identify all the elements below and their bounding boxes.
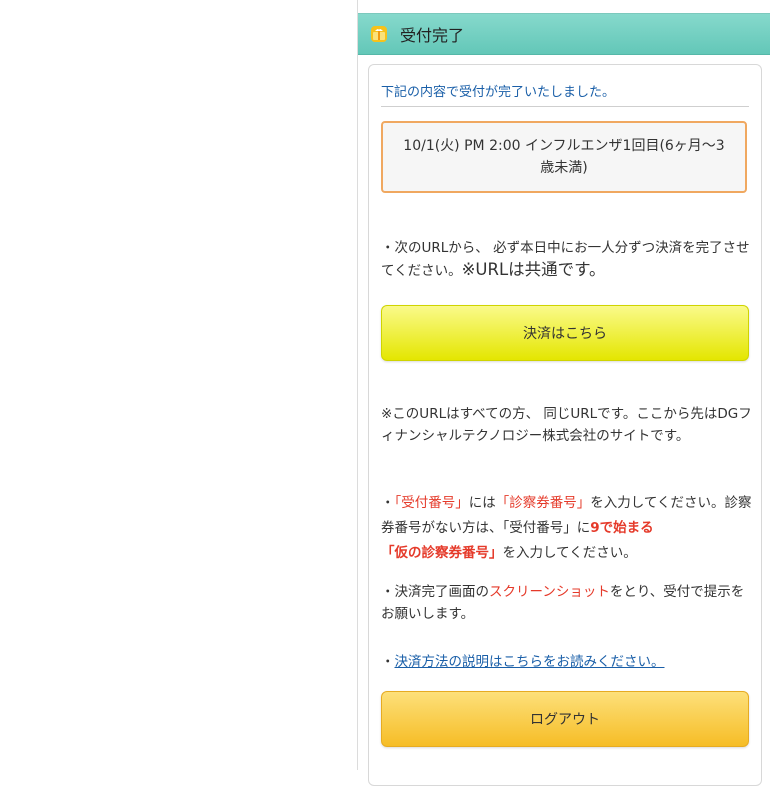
id-notice: ・「受付番号」には「診察券番号」を入力してください。診察券番号がない方は、「受付… bbox=[381, 491, 753, 566]
id-notice-mid1: には bbox=[468, 495, 496, 511]
reservation-summary: 10/1(火) PM 2:00 インフルエンザ1回目(6ヶ月〜3歳未満) bbox=[381, 121, 747, 193]
payment-notice-emphasis: ※URLは共通です。 bbox=[461, 260, 606, 279]
help-notice: ・決済方法の説明はこちらをお読みください。 bbox=[381, 651, 753, 673]
header-bar: 受付完了 bbox=[358, 13, 770, 55]
pay-button-label: 決済はこちら bbox=[523, 326, 607, 342]
pay-button[interactable]: 決済はこちら bbox=[381, 305, 749, 361]
temp-number-highlight: 「仮の診察券番号」 bbox=[381, 545, 503, 561]
screenshot-notice: ・決済完了画面のスクリーンショットをとり、受付で提示をお願いします。 bbox=[381, 581, 753, 625]
gift-box-icon bbox=[370, 25, 388, 43]
main-panel: 受付完了 下記の内容で受付が完了いたしました。 10/1(火) PM 2:00 … bbox=[357, 0, 770, 786]
top-strip bbox=[358, 0, 770, 13]
url-notice: ※このURLはすべての方、 同じURLです。ここから先はDGフィナンシャルテクノ… bbox=[381, 406, 752, 444]
exam-card-number-highlight: 「診察券番号」 bbox=[495, 495, 591, 511]
payment-notice: ・次のURLから、 必ず本日中にお一人分ずつ決済を完了させてください。※URLは… bbox=[381, 237, 753, 282]
starts-with-9-highlight: 9で始まる bbox=[590, 520, 654, 536]
reception-number-highlight: 「受付番号」 bbox=[394, 495, 469, 511]
screenshot-highlight: スクリーンショット bbox=[489, 584, 610, 600]
reservation-text: 10/1(火) PM 2:00 インフルエンザ1回目(6ヶ月〜3歳未満) bbox=[403, 138, 725, 176]
id-notice-prefix: ・ bbox=[381, 495, 395, 511]
logout-button[interactable]: ログアウト bbox=[381, 691, 749, 747]
logout-button-label: ログアウト bbox=[530, 712, 600, 728]
intro-text: 下記の内容で受付が完了いたしました。 bbox=[381, 81, 749, 107]
help-prefix: ・ bbox=[381, 654, 395, 670]
payment-help-link[interactable]: 決済方法の説明はこちらをお読みください。 bbox=[395, 654, 665, 670]
page-title: 受付完了 bbox=[400, 26, 465, 45]
id-notice-suffix: を入力してください。 bbox=[502, 545, 637, 561]
content-card: 下記の内容で受付が完了いたしました。 10/1(火) PM 2:00 インフルエ… bbox=[368, 64, 762, 786]
screenshot-notice-prefix: ・決済完了画面の bbox=[381, 584, 489, 600]
